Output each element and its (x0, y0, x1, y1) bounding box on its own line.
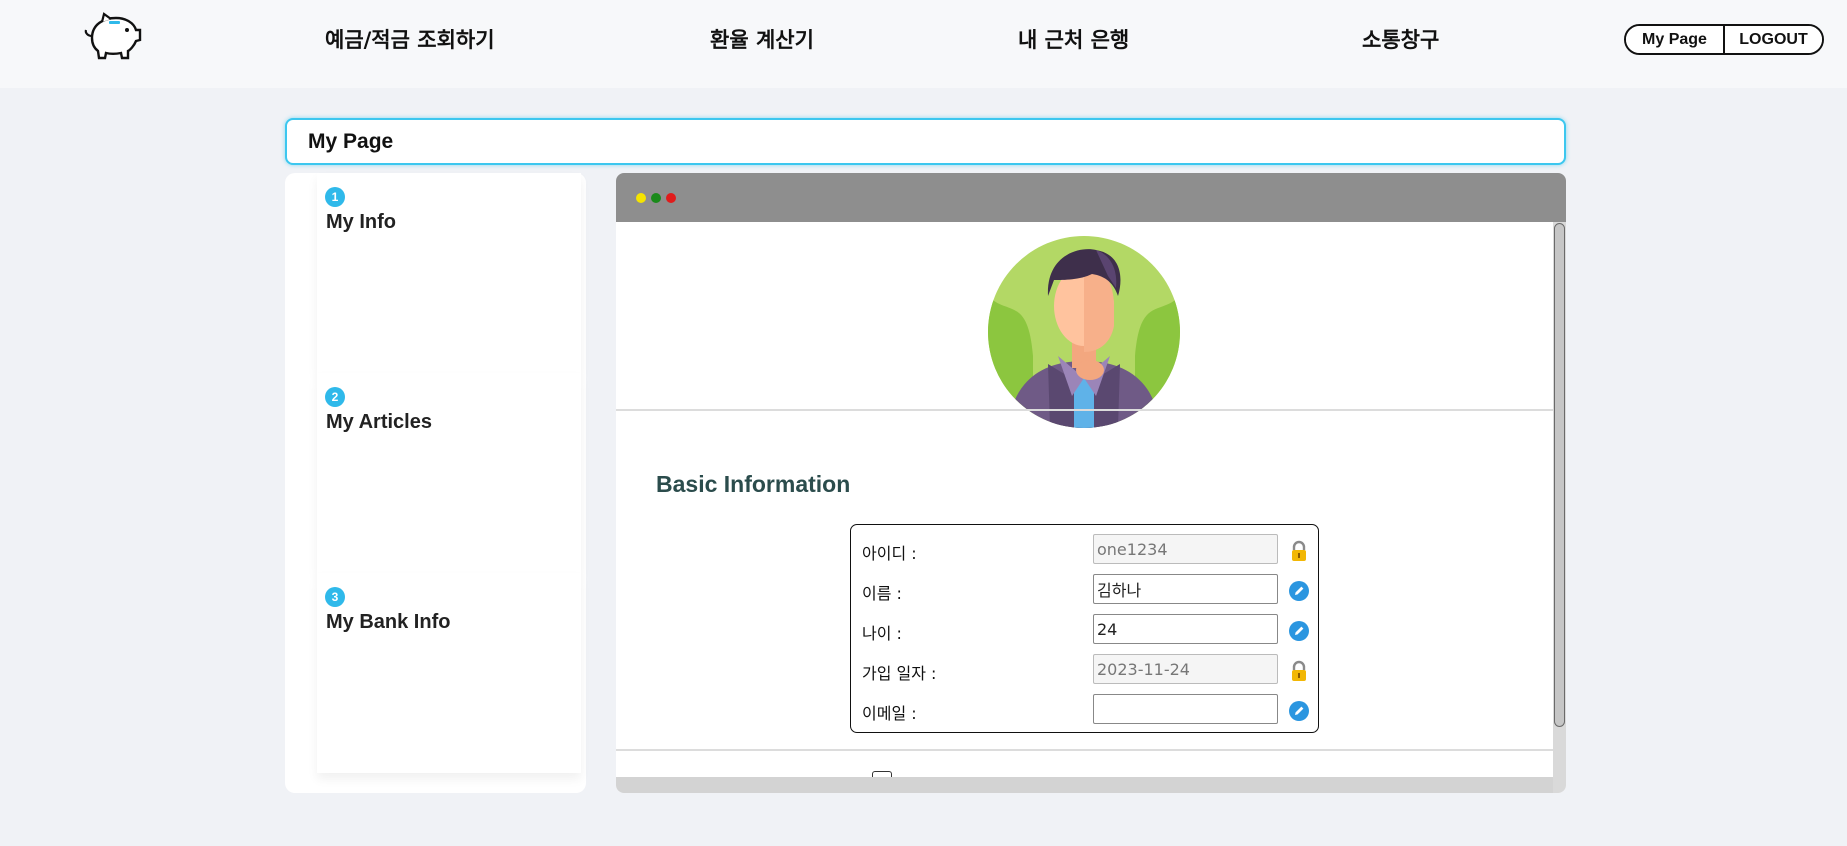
nav-nearby-bank[interactable]: 내 근처 은행 (1018, 24, 1129, 54)
id-label: 아이디 : (862, 544, 917, 563)
lock-icon (1292, 540, 1306, 561)
section-divider (616, 409, 1553, 411)
age-field[interactable] (1093, 614, 1278, 644)
edit-icon[interactable] (1288, 620, 1310, 642)
sidebar-item-label: My Info (326, 211, 396, 233)
logout-button[interactable]: LOGOUT (1723, 26, 1822, 53)
join-date-label: 가입 일자 : (862, 664, 937, 683)
sidebar-panel: 1 My Info 2 My Articles 3 My Bank Info (285, 173, 586, 793)
name-field[interactable] (1093, 574, 1278, 604)
basic-info-heading: Basic Information (656, 471, 851, 497)
info-row-age: 나이 : (851, 614, 1320, 646)
content-window: Basic Information 아이디 : 이름 : 나이 : (616, 173, 1566, 793)
sidebar-item-my-articles[interactable]: 2 My Articles (317, 373, 581, 573)
info-row-name: 이름 : (851, 574, 1320, 606)
info-row-join-date: 가입 일자 : (851, 654, 1320, 686)
top-header: 예금/적금 조회하기 환율 계산기 내 근처 은행 소통창구 My Page L… (0, 0, 1847, 88)
piggy-bank-logo-icon[interactable] (82, 10, 144, 62)
my-page-button[interactable]: My Page (1626, 26, 1723, 53)
age-label: 나이 : (862, 624, 902, 643)
name-label: 이름 : (862, 584, 902, 603)
window-dot-red (666, 193, 676, 203)
sidebar-item-my-bank-info[interactable]: 3 My Bank Info (317, 573, 581, 773)
nav-community[interactable]: 소통창구 (1362, 24, 1439, 54)
section-number-badge: 1 (325, 187, 345, 207)
email-label: 이메일 : (862, 704, 917, 723)
window-title-bar (616, 173, 1566, 222)
edit-icon[interactable] (1288, 700, 1310, 722)
section-divider (616, 749, 1553, 751)
sidebar-item-label: My Articles (326, 411, 432, 433)
horizontal-scrollbar[interactable] (616, 777, 1553, 793)
lock-icon (1292, 660, 1306, 681)
section-number-badge: 2 (325, 387, 345, 407)
edit-icon[interactable] (1288, 580, 1310, 602)
sidebar-item-my-info[interactable]: 1 My Info (317, 173, 581, 373)
info-row-id: 아이디 : (851, 534, 1320, 566)
sidebar-item-label: My Bank Info (326, 611, 451, 633)
join-date-field (1093, 654, 1278, 684)
window-dot-yellow (636, 193, 646, 203)
basic-info-form: 아이디 : 이름 : 나이 : 가입 일자 : (850, 524, 1319, 733)
nav-exchange-calculator[interactable]: 환율 계산기 (710, 24, 814, 54)
profile-avatar (988, 236, 1180, 428)
auth-button-group: My Page LOGOUT (1624, 24, 1824, 55)
email-field[interactable] (1093, 694, 1278, 724)
info-row-email: 이메일 : (851, 694, 1320, 726)
id-field (1093, 534, 1278, 564)
nav-deposit-savings[interactable]: 예금/적금 조회하기 (325, 24, 495, 54)
window-dot-green (651, 193, 661, 203)
page-title: My Page (285, 118, 1566, 165)
section-number-badge: 3 (325, 587, 345, 607)
vertical-scrollbar-thumb[interactable] (1554, 223, 1565, 727)
